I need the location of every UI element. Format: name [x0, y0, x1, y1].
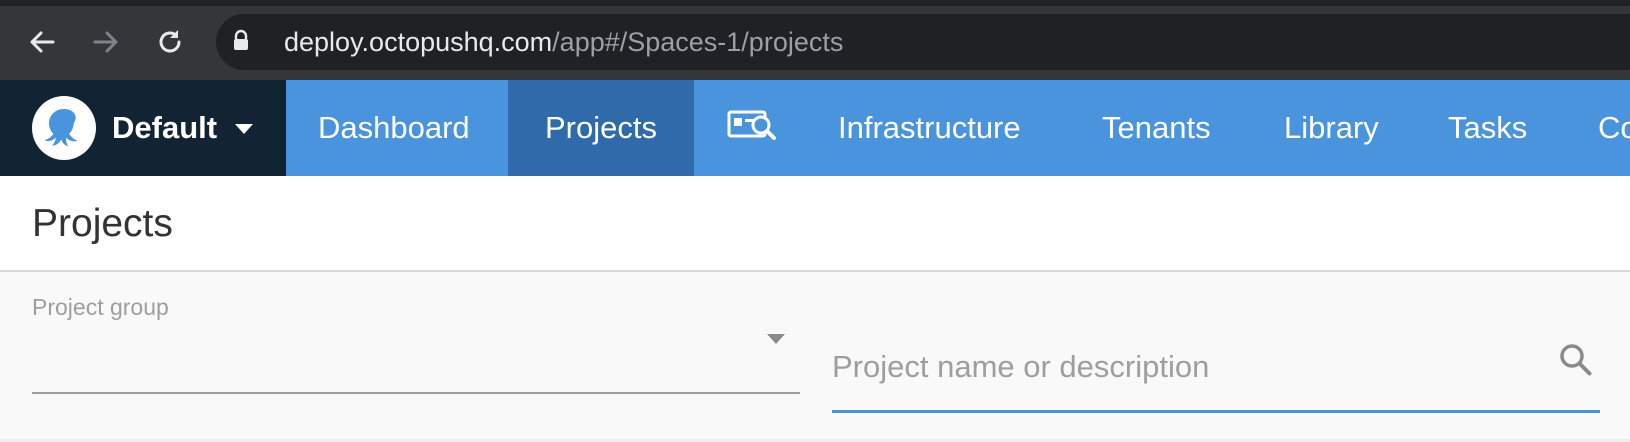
project-group-select[interactable]	[32, 332, 800, 394]
nav-tenants[interactable]: Tenants	[1102, 80, 1211, 176]
back-arrow-icon[interactable]	[22, 22, 62, 62]
nav-configuration[interactable]: Co	[1598, 80, 1630, 176]
nav-projects-label: Projects	[545, 110, 657, 145]
nav-tasks-label: Tasks	[1448, 110, 1528, 145]
nav-library[interactable]: Library	[1284, 80, 1379, 176]
reload-icon[interactable]	[150, 22, 190, 62]
nav-dashboard[interactable]: Dashboard	[286, 80, 502, 176]
forward-arrow-icon[interactable]	[86, 22, 126, 62]
nav-library-label: Library	[1284, 110, 1379, 145]
url-host: deploy.octopushq.com	[284, 27, 553, 57]
search-input[interactable]	[832, 332, 1532, 402]
app-navigation: Default Dashboard Projects Infrastructur…	[0, 80, 1630, 176]
project-search-field[interactable]	[832, 332, 1600, 413]
chevron-down-icon	[766, 332, 786, 350]
nav-configuration-label: Co	[1598, 110, 1630, 145]
nav-projects[interactable]: Projects	[508, 80, 694, 176]
url-path: /app#/Spaces-1/projects	[552, 27, 844, 57]
project-group-label: Project group	[32, 294, 169, 320]
space-switcher[interactable]: Default	[0, 80, 286, 176]
nav-search-card[interactable]	[694, 80, 810, 176]
nav-infrastructure[interactable]: Infrastructure	[838, 80, 1021, 176]
space-name: Default	[112, 110, 218, 145]
browser-toolbar: deploy.octopushq.com/app#/Spaces-1/proje…	[0, 0, 1630, 80]
octopus-logo-icon	[32, 96, 96, 160]
search-card-icon	[727, 107, 777, 149]
nav-tenants-label: Tenants	[1102, 110, 1211, 145]
search-icon[interactable]	[1556, 340, 1596, 385]
nav-tasks[interactable]: Tasks	[1448, 80, 1527, 176]
nav-dashboard-label: Dashboard	[318, 110, 470, 145]
lock-icon	[232, 29, 250, 56]
nav-infrastructure-label: Infrastructure	[838, 110, 1021, 145]
filter-bar: Project group	[0, 272, 1630, 442]
caret-down-icon	[234, 122, 254, 140]
page-title: Projects	[32, 202, 173, 245]
url-text[interactable]: deploy.octopushq.com/app#/Spaces-1/proje…	[284, 26, 843, 58]
